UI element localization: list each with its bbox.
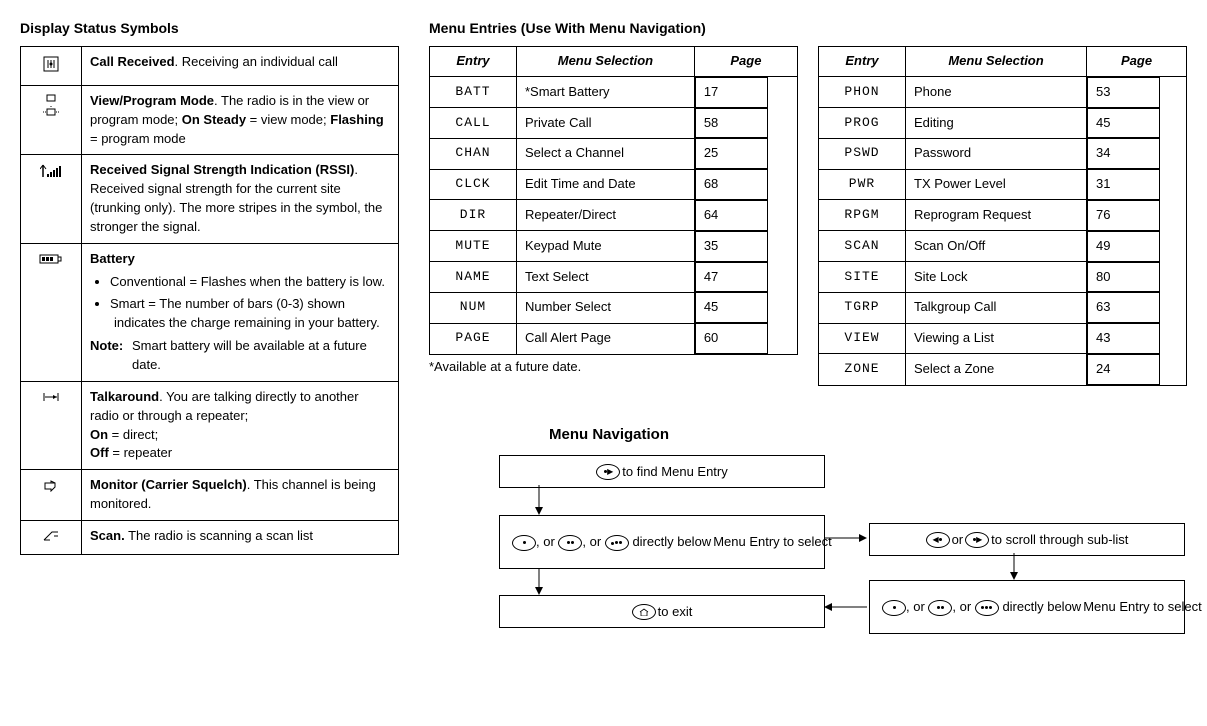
menu-entries-heading: Menu Entries (Use With Menu Navigation): [429, 20, 1187, 36]
col-selection: Menu Selection: [517, 47, 695, 77]
menu-entries-table-left: Entry Menu Selection Page BATT*Smart Bat…: [429, 46, 798, 355]
status-call-received-text: Call Received. Receiving an individual c…: [82, 47, 399, 86]
status-monitor-text: Monitor (Carrier Squelch). This channel …: [82, 470, 399, 521]
col-page: Page: [694, 47, 797, 77]
menu-navigation-diagram: ▶ to find Menu Entry , or , or directly …: [429, 455, 1187, 655]
status-talkaround-text: Talkaround. You are talking directly to …: [82, 381, 399, 469]
menu-footnote: *Available at a future date.: [429, 359, 798, 374]
status-scan-text: Scan. The radio is scanning a scan list: [82, 520, 399, 554]
status-symbols-table: Call Received. Receiving an individual c…: [20, 46, 399, 555]
display-status-heading: Display Status Symbols: [20, 20, 399, 36]
view-program-icon: [41, 94, 61, 122]
status-rssi-text: Received Signal Strength Indication (RSS…: [82, 155, 399, 243]
col-page: Page: [1087, 47, 1187, 77]
scan-icon: [42, 529, 60, 548]
status-view-program-text: View/Program Mode. The radio is in the v…: [82, 85, 399, 155]
rssi-icon: [40, 163, 62, 185]
monitor-icon: [43, 478, 59, 498]
menu-entries-table-right: Entry Menu Selection Page PHONPhone53 PR…: [818, 46, 1187, 386]
battery-icon: [39, 252, 63, 271]
col-selection: Menu Selection: [906, 47, 1087, 77]
col-entry: Entry: [430, 47, 517, 77]
col-entry: Entry: [819, 47, 906, 77]
status-battery-text: Battery Conventional = Flashes when the …: [82, 243, 399, 381]
menu-navigation-heading: Menu Navigation: [549, 426, 1187, 443]
call-received-icon: [41, 55, 61, 79]
talkaround-icon: [42, 390, 60, 409]
